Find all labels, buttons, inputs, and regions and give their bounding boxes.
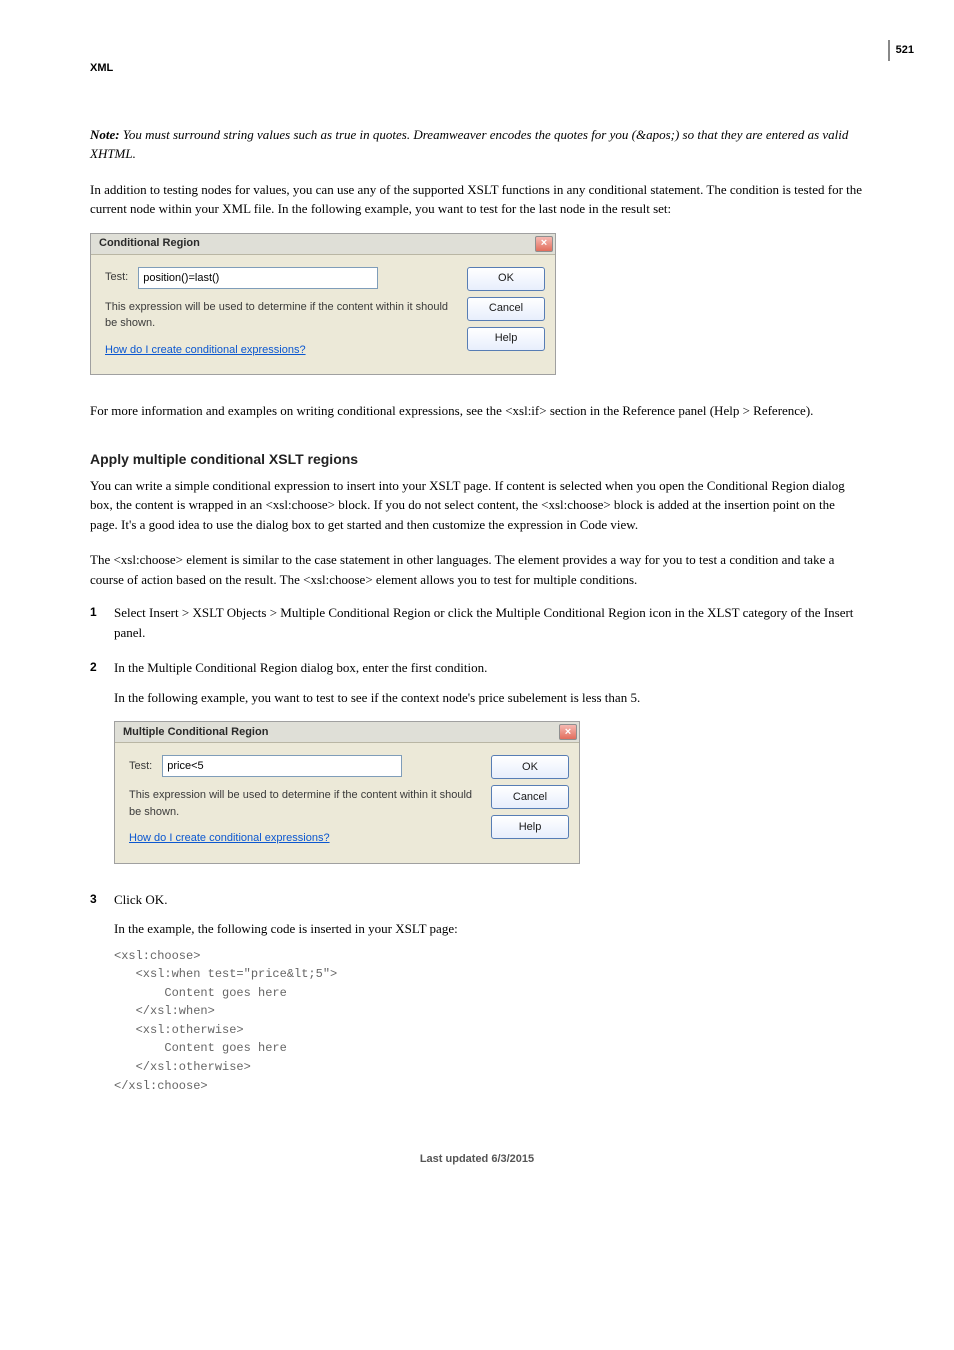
test-label: Test: [129,758,152,775]
test-label: Test: [105,269,128,286]
note-body: You must surround string values such as … [90,127,848,162]
step-number: 2 [90,658,104,874]
page-footer: Last updated 6/3/2015 [90,1151,864,1168]
paragraph-intro: In addition to testing nodes for values,… [90,180,864,219]
cancel-button[interactable]: Cancel [491,785,569,809]
close-icon[interactable]: × [559,724,577,740]
note-block: Note: You must surround string values su… [90,125,864,164]
step-3-text: Click OK. [114,890,864,910]
help-link[interactable]: How do I create conditional expressions? [129,832,330,844]
step-2-follow: In the following example, you want to te… [114,688,864,708]
ok-button[interactable]: OK [467,267,545,291]
test-input[interactable] [162,755,402,777]
dialog-hint: This expression will be used to determin… [105,299,449,332]
step-3-follow: In the example, the following code is in… [114,919,864,939]
multiple-conditional-region-dialog: Multiple Conditional Region × Test: This… [114,721,580,864]
dialog-title-bar: Conditional Region × [91,234,555,255]
paragraph-reference: For more information and examples on wri… [90,401,864,421]
test-input[interactable] [138,267,378,289]
dialog-title-bar: Multiple Conditional Region × [115,722,579,743]
section-heading: Apply multiple conditional XSLT regions [90,449,864,470]
conditional-region-dialog: Conditional Region × Test: This expressi… [90,233,556,376]
ok-button[interactable]: OK [491,755,569,779]
step-1-text: Select Insert > XSLT Objects > Multiple … [114,603,864,642]
cancel-button[interactable]: Cancel [467,297,545,321]
section-header: XML [90,60,864,77]
code-block: <xsl:choose> <xsl:when test="price&lt;5"… [114,947,864,1096]
dialog-hint: This expression will be used to determin… [129,787,473,820]
dialog-title: Multiple Conditional Region [123,724,268,741]
dialog-title: Conditional Region [99,235,200,252]
note-label: Note: [90,127,120,142]
paragraph-apply-2: The <xsl:choose> element is similar to t… [90,550,864,589]
help-link[interactable]: How do I create conditional expressions? [105,344,306,356]
close-icon[interactable]: × [535,236,553,252]
step-2-text: In the Multiple Conditional Region dialo… [114,658,864,678]
help-button[interactable]: Help [467,327,545,351]
page-number: 521 [888,40,914,61]
help-button[interactable]: Help [491,815,569,839]
paragraph-apply-1: You can write a simple conditional expre… [90,476,864,535]
step-number: 3 [90,890,104,1096]
step-number: 1 [90,603,104,642]
